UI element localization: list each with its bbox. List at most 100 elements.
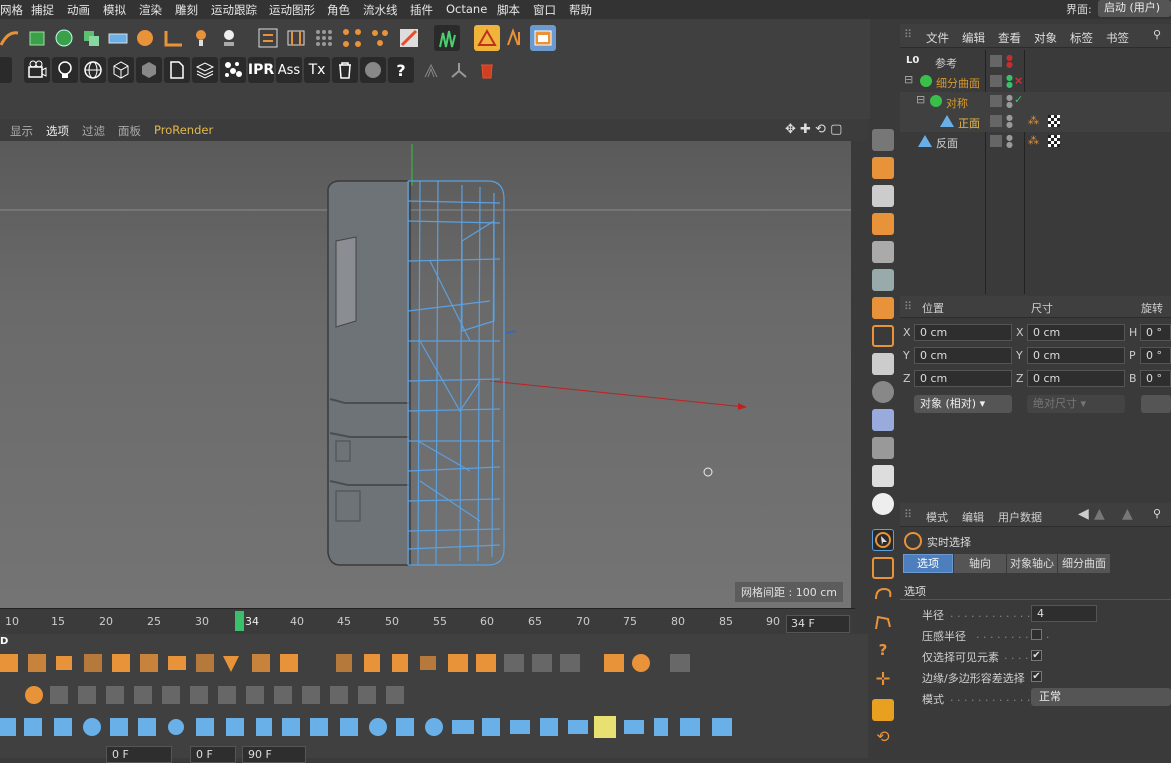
tab-file[interactable]: 文件 [926,30,949,46]
visibility-dots-icon[interactable]: ● ● [1006,94,1013,109]
rotation-h-field[interactable]: 0 ° [1140,324,1171,341]
size-x-field[interactable]: 0 cm [1027,324,1125,341]
up-arrow-icon[interactable]: ▲ [1094,506,1105,522]
position-z-field[interactable]: 0 cm [914,370,1012,387]
ipr-button[interactable]: IPR [248,57,274,83]
menu-simulate[interactable]: 模拟 [103,2,126,18]
back-arrow-icon[interactable]: ◀ [1078,506,1089,522]
polygon-selection-icon[interactable] [872,613,894,635]
toolbar-left-edge[interactable] [0,57,12,83]
tab-objects[interactable]: 对象 [1034,30,1057,46]
move-tool-icon[interactable]: ✛ [872,669,894,691]
joint-icon[interactable] [446,57,472,83]
palette-icon[interactable] [872,213,894,235]
bridge-icon[interactable] [283,25,309,51]
tab-user-data[interactable]: 用户数据 [998,509,1042,525]
palette-icon[interactable] [872,465,894,487]
document-icon[interactable] [164,57,190,83]
timeline-playhead[interactable] [235,611,244,631]
apply-button[interactable] [1141,395,1171,413]
menu-mograph[interactable]: 运动图形 [269,2,315,18]
material-tag-icon[interactable]: ⁂ [1028,134,1039,147]
visibility-dots-icon[interactable]: ● ● [1006,54,1013,69]
menu-character[interactable]: 角色 [327,2,350,18]
palette-icon[interactable] [872,381,894,403]
light-bulb-icon[interactable] [52,57,78,83]
rotation-b-field[interactable]: 0 ° [1140,370,1171,387]
scale-tool-icon[interactable] [872,699,894,721]
vp-menu-display[interactable]: 显示 [10,123,33,139]
material-ball-icon[interactable] [360,57,386,83]
sphere-icon[interactable] [132,25,158,51]
rectangle-selection-icon[interactable] [872,557,894,579]
layout-select[interactable]: 启动 (用户) [1098,0,1171,17]
delete-icon[interactable] [474,57,500,83]
plane-icon[interactable] [105,25,131,51]
vp-menu-panel[interactable]: 面板 [118,123,141,139]
object-row-reference[interactable]: L0 参考 ● ● [900,52,1171,72]
max-frame-field[interactable]: 90 F [242,746,306,763]
search-icon[interactable]: ⚲ [1153,507,1161,520]
tab-edit[interactable]: 编辑 [962,509,984,525]
live-selection-icon[interactable] [872,529,894,551]
visibility-dots-icon[interactable]: ● ● [1006,74,1013,89]
preview-start-field[interactable]: 0 F [106,746,172,763]
rotation-p-field[interactable]: 0 ° [1140,347,1171,364]
tab-mode[interactable]: 模式 [926,509,948,525]
palette-icon[interactable] [872,297,894,319]
layer-swatch-icon[interactable] [990,95,1002,107]
tab-tags[interactable]: 标签 [1070,30,1093,46]
subtab-options[interactable]: 选项 [903,554,953,573]
coordinate-mode-select[interactable]: 对象 (相对) ▾ [914,395,1012,413]
palette-icon[interactable] [872,241,894,263]
palette-icon[interactable] [872,185,894,207]
subdivision-icon[interactable] [51,25,77,51]
visibility-dots-icon[interactable]: ● ● [1006,134,1013,149]
palette-icon[interactable] [872,269,894,291]
subtab-subdivision[interactable]: 细分曲面 [1058,554,1110,573]
palette-icon[interactable] [872,157,894,179]
mode-select[interactable]: 正常 [1031,688,1171,706]
render-view-icon[interactable] [530,25,556,51]
object-name[interactable]: 正面 [958,115,980,131]
menu-window[interactable]: 窗口 [533,2,556,18]
tab-bookmarks[interactable]: 书签 [1106,30,1129,46]
layer-swatch-icon[interactable] [990,75,1002,87]
size-z-field[interactable]: 0 cm [1027,370,1125,387]
menu-script[interactable]: 脚本 [497,2,520,18]
position-y-field[interactable]: 0 cm [914,347,1012,364]
object-name[interactable]: 细分曲面 [936,75,980,91]
palette-icon[interactable] [872,325,894,347]
texture-icon[interactable] [396,25,422,51]
collapse-icon[interactable]: ⊟ [904,73,913,86]
rotate-tool-icon[interactable]: ⟲ [872,727,894,749]
object-name[interactable]: 参考 [935,55,957,71]
tx-button[interactable]: Tx [304,57,330,83]
size-mode-select[interactable]: 绝对尺寸 ▾ [1027,395,1125,413]
palette-icon[interactable] [872,409,894,431]
spline-pen-icon[interactable] [0,25,22,51]
menu-pipeline[interactable]: 流水线 [363,2,398,18]
visible-only-checkbox[interactable]: ✔ [1031,650,1042,661]
material-tag-icon[interactable]: ⁂ [1028,114,1039,127]
texture-tag-icon[interactable] [1048,135,1060,147]
object-row-front[interactable]: 正面 ● ● ⁂ [900,112,1171,132]
object-name[interactable]: 对称 [946,95,968,111]
move-arrows-icon[interactable] [502,25,528,51]
swap-icon[interactable] [255,25,281,51]
position-x-field[interactable]: 0 cm [914,324,1012,341]
menu-animate[interactable]: 动画 [67,2,90,18]
vp-menu-prorender[interactable]: ProRender [154,123,213,137]
light-settings-icon[interactable] [216,25,242,51]
array-icon[interactable] [78,25,104,51]
viewport-nav-icons[interactable]: ✥ ✚ ⟲ ▢ [785,122,842,137]
object-row-symmetry[interactable]: ⊟ 对称 ● ● ✓ [900,92,1171,112]
menu-motion-tracker[interactable]: 运动跟踪 [211,2,257,18]
lasso-selection-icon[interactable] [872,585,894,607]
menu-snap[interactable]: 捕捉 [31,2,54,18]
palette-icon[interactable] [872,353,894,375]
palette-icon[interactable] [872,129,894,151]
tolerance-checkbox[interactable]: ✔ [1031,671,1042,682]
grid-points-icon[interactable] [311,25,337,51]
menu-mesh[interactable]: 网格 [0,2,23,18]
